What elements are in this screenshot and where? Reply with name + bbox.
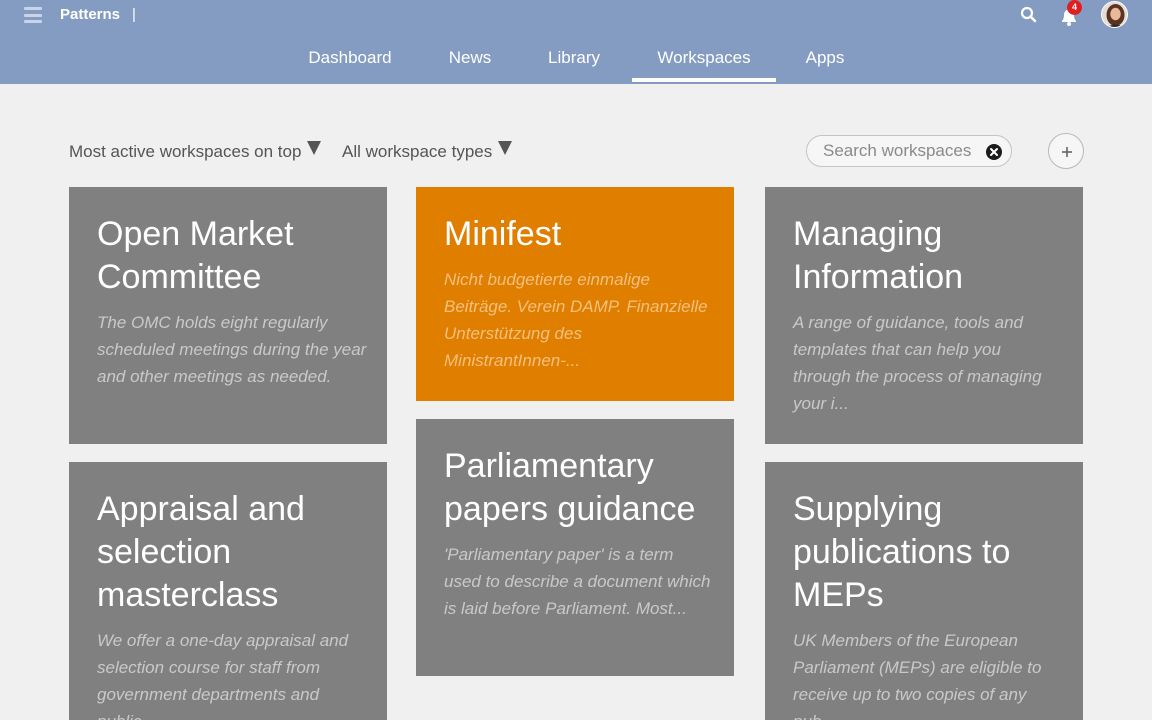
plus-icon	[1062, 147, 1072, 157]
add-workspace-button[interactable]	[1048, 133, 1084, 169]
workspace-description: A range of guidance, tools and templates…	[793, 313, 1042, 413]
top-bar: Patterns | 4 Dashboard News Library Work…	[0, 0, 1152, 84]
workspace-title: Supplying publications to MEPs	[793, 490, 1011, 614]
nav-library[interactable]: Library	[534, 40, 614, 84]
avatar[interactable]	[1101, 1, 1128, 28]
menu-icon[interactable]	[24, 6, 42, 24]
workspace-card-parliamentary-papers-guidance[interactable]: Parliamentary papers guidance 'Parliamen…	[416, 419, 734, 676]
workspace-card-supplying-publications-to-meps[interactable]: Supplying publications to MEPs UK Member…	[765, 462, 1083, 720]
workspace-search	[806, 135, 1012, 167]
sort-dropdown-label: Most active workspaces on top	[69, 142, 302, 161]
workspace-type-dropdown[interactable]: All workspace types	[342, 138, 513, 166]
triangle-down-icon	[307, 141, 322, 155]
nav-apps[interactable]: Apps	[793, 40, 857, 84]
workspace-title: Parliamentary papers guidance	[444, 447, 696, 528]
workspace-title: Minifest	[444, 215, 562, 253]
workspace-description: Nicht budgetierte einmalige Beiträge. Ve…	[444, 270, 708, 370]
workspace-title: Managing Information	[793, 215, 964, 296]
nav-workspaces[interactable]: Workspaces	[632, 40, 776, 84]
app-title[interactable]: Patterns	[60, 5, 120, 25]
clear-search-icon[interactable]	[986, 144, 1002, 160]
search-input[interactable]	[823, 138, 983, 164]
workspace-card-minifest[interactable]: Minifest Nicht budgetierte einmalige Bei…	[416, 187, 734, 401]
notification-badge: 4	[1067, 0, 1082, 15]
nav-dashboard[interactable]: Dashboard	[296, 40, 404, 84]
main-nav: Dashboard News Library Workspaces Apps	[0, 40, 1152, 84]
nav-news[interactable]: News	[433, 40, 507, 84]
workspace-description: We offer a one-day appraisal and selecti…	[97, 631, 349, 720]
workspace-type-label: All workspace types	[342, 142, 493, 161]
triangle-down-icon	[498, 141, 513, 155]
search-icon[interactable]	[1018, 4, 1040, 26]
workspace-card-managing-information[interactable]: Managing Information A range of guidance…	[765, 187, 1083, 444]
workspace-title: Appraisal and selection masterclass	[97, 490, 305, 614]
sort-dropdown[interactable]: Most active workspaces on top	[69, 138, 322, 166]
workspace-title: Open Market Committee	[97, 215, 294, 296]
workspace-card-appraisal-and-selection-masterclass[interactable]: Appraisal and selection masterclass We o…	[69, 462, 387, 720]
workspace-description: The OMC holds eight regularly scheduled …	[97, 313, 367, 386]
workspace-description: 'Parliamentary paper' is a term used to …	[444, 545, 711, 618]
workspace-description: UK Members of the European Parliament (M…	[793, 631, 1042, 720]
workspace-card-open-market-committee[interactable]: Open Market Committee The OMC holds eigh…	[69, 187, 387, 444]
title-separator: |	[132, 6, 136, 23]
